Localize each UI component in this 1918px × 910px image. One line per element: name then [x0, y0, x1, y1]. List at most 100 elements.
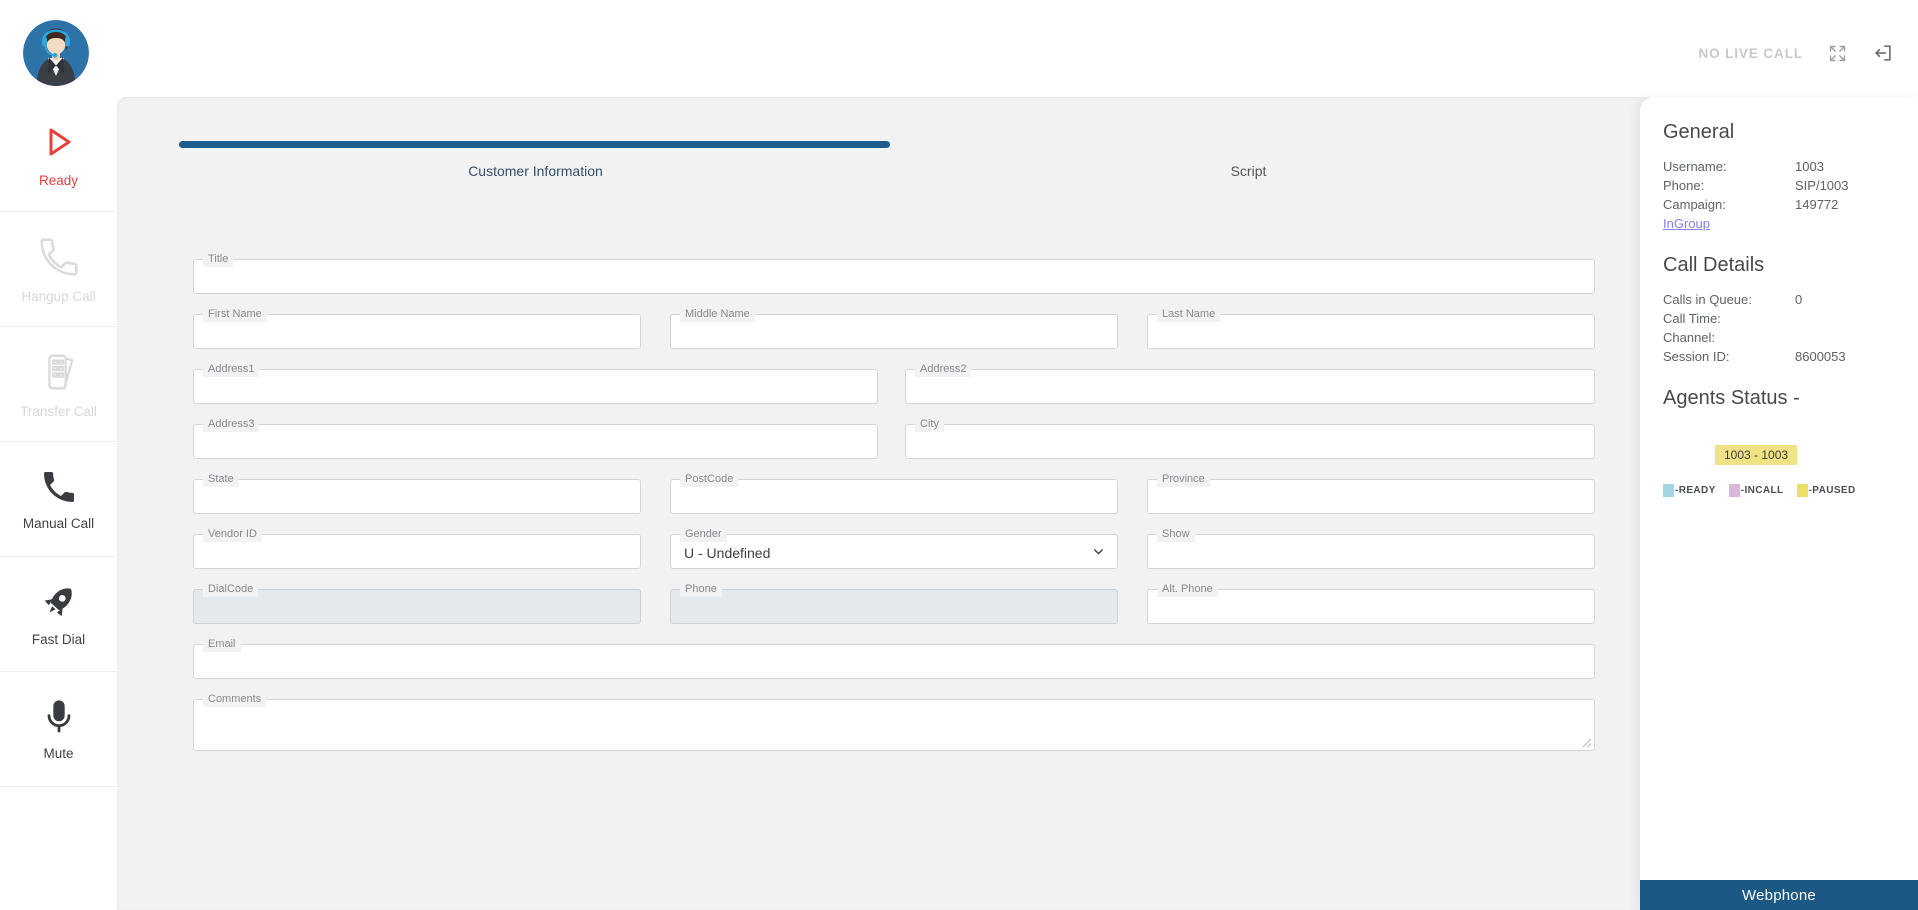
first-name-input[interactable] — [194, 315, 640, 348]
field-phone: Phone — [670, 582, 1118, 624]
legend-incall-label: -INCALL — [1740, 485, 1784, 496]
province-input[interactable] — [1148, 480, 1594, 513]
username-label: Username: — [1663, 159, 1727, 174]
play-icon — [49, 128, 70, 156]
field-first-name: First Name — [193, 307, 641, 349]
show-input[interactable] — [1148, 535, 1594, 568]
status-panel: General Username: 1003 Phone: SIP/1003 C… — [1640, 97, 1918, 910]
address2-input[interactable] — [906, 370, 1594, 403]
field-last-name: Last Name — [1147, 307, 1595, 349]
phone-row-label: Phone: — [1663, 178, 1705, 193]
legend-ready: -READY — [1663, 484, 1716, 497]
call-details-heading: Call Details — [1663, 254, 1765, 276]
postcode-input[interactable] — [671, 480, 1117, 513]
top-bar: NO LIVE CALL — [0, 0, 1918, 97]
phone-row-value: SIP/1003 — [1795, 178, 1849, 193]
agents-status-heading: Agents Status - — [1663, 387, 1800, 409]
tab-bar: Customer Information Script — [179, 141, 1605, 185]
address3-input[interactable] — [194, 425, 877, 458]
vendor-id-input[interactable] — [194, 535, 640, 568]
manual-call-button[interactable]: Manual Call — [0, 442, 117, 557]
middle-name-input[interactable] — [671, 315, 1117, 348]
fullscreen-icon[interactable] — [1827, 43, 1848, 64]
city-input[interactable] — [906, 425, 1594, 458]
username-row: Username: 1003 — [1663, 157, 1904, 176]
hangup-phone-icon — [40, 238, 77, 276]
call-time-row: Call Time: — [1663, 309, 1904, 328]
field-address3: Address3 — [193, 417, 878, 459]
transfer-phone-icon — [47, 354, 73, 390]
channel-label: Channel: — [1663, 330, 1716, 345]
fast-dial-label: Fast Dial — [31, 632, 86, 647]
field-alt-phone: Alt. Phone — [1147, 582, 1595, 624]
agent-avatar-icon — [23, 20, 89, 86]
username-value: 1003 — [1795, 159, 1824, 174]
resize-handle-icon[interactable] — [1581, 737, 1592, 748]
session-id-value: 8600053 — [1795, 349, 1846, 364]
phone-input — [671, 590, 1117, 623]
field-show: Show — [1147, 527, 1595, 569]
campaign-value: 149772 — [1795, 197, 1839, 212]
session-id-row: Session ID: 8600053 — [1663, 347, 1904, 366]
dialcode-input — [194, 590, 640, 623]
address1-input[interactable] — [194, 370, 877, 403]
field-vendor-id: Vendor ID — [193, 527, 641, 569]
tab-script[interactable]: Script — [892, 157, 1605, 185]
calls-in-queue-label: Calls in Queue: — [1663, 292, 1752, 307]
legend-paused: -PAUSED — [1796, 484, 1856, 497]
legend-incall: -INCALL — [1728, 484, 1784, 497]
field-province: Province — [1147, 472, 1595, 514]
mute-button[interactable]: Mute — [0, 672, 117, 787]
campaign-label: Campaign: — [1663, 197, 1726, 212]
field-address1: Address1 — [193, 362, 878, 404]
legend-paused-label: -PAUSED — [1808, 485, 1856, 496]
ready-label: Ready — [38, 173, 79, 188]
ingroup-link[interactable]: InGroup — [1663, 216, 1710, 231]
agent-status-badge: 1003 - 1003 — [1715, 445, 1798, 465]
state-input[interactable] — [194, 480, 640, 513]
field-city: City — [905, 417, 1595, 459]
phone-icon — [43, 472, 74, 502]
field-title: Title — [193, 252, 1595, 294]
alt-phone-input[interactable] — [1148, 590, 1594, 623]
session-id-label: Session ID: — [1663, 349, 1730, 364]
mute-label: Mute — [43, 746, 74, 761]
phone-row: Phone: SIP/1003 — [1663, 176, 1904, 195]
chevron-down-icon — [1094, 549, 1103, 555]
call-time-label: Call Time: — [1663, 311, 1721, 326]
logout-icon[interactable] — [1872, 42, 1894, 64]
action-sidebar: Ready Hangup Call Transfer Call Manual C… — [0, 97, 117, 910]
field-gender: Gender U - Undefined — [670, 527, 1118, 569]
transfer-call-button[interactable]: Transfer Call — [0, 327, 117, 442]
header-actions: NO LIVE CALL — [1698, 42, 1894, 64]
gender-select[interactable]: U - Undefined — [671, 535, 1117, 568]
title-input[interactable] — [194, 260, 1594, 293]
field-postcode: PostCode — [670, 472, 1118, 514]
field-email: Email — [193, 637, 1595, 679]
last-name-input[interactable] — [1148, 315, 1594, 348]
tab-customer-information[interactable]: Customer Information — [179, 157, 892, 185]
paused-color-swatch — [1796, 484, 1808, 497]
gender-selected-value: U - Undefined — [684, 544, 771, 561]
field-address2: Address2 — [905, 362, 1595, 404]
microphone-icon — [47, 700, 70, 733]
fast-dial-button[interactable]: Fast Dial — [0, 557, 117, 672]
agent-avatar[interactable] — [23, 20, 89, 86]
main-content: Customer Information Script Title First … — [117, 97, 1640, 910]
customer-form: Title First Name Middle Name Last Name A… — [193, 252, 1595, 771]
incall-color-swatch — [1728, 484, 1740, 497]
webphone-toggle[interactable]: Webphone — [1640, 880, 1918, 910]
hangup-call-label: Hangup Call — [21, 289, 96, 304]
transfer-call-label: Transfer Call — [20, 404, 97, 419]
calls-in-queue-row: Calls in Queue: 0 — [1663, 290, 1904, 309]
ready-button[interactable]: Ready — [0, 97, 117, 212]
calls-in-queue-value: 0 — [1795, 292, 1803, 307]
live-call-status: NO LIVE CALL — [1698, 45, 1803, 61]
comments-textarea[interactable] — [194, 700, 1594, 750]
status-legend: -READY -INCALL -PAUSED — [1663, 484, 1904, 497]
rocket-icon — [44, 588, 72, 617]
ready-color-swatch — [1663, 484, 1674, 497]
hangup-call-button[interactable]: Hangup Call — [0, 212, 117, 327]
general-heading: General — [1663, 121, 1735, 143]
email-input[interactable] — [194, 645, 1594, 678]
